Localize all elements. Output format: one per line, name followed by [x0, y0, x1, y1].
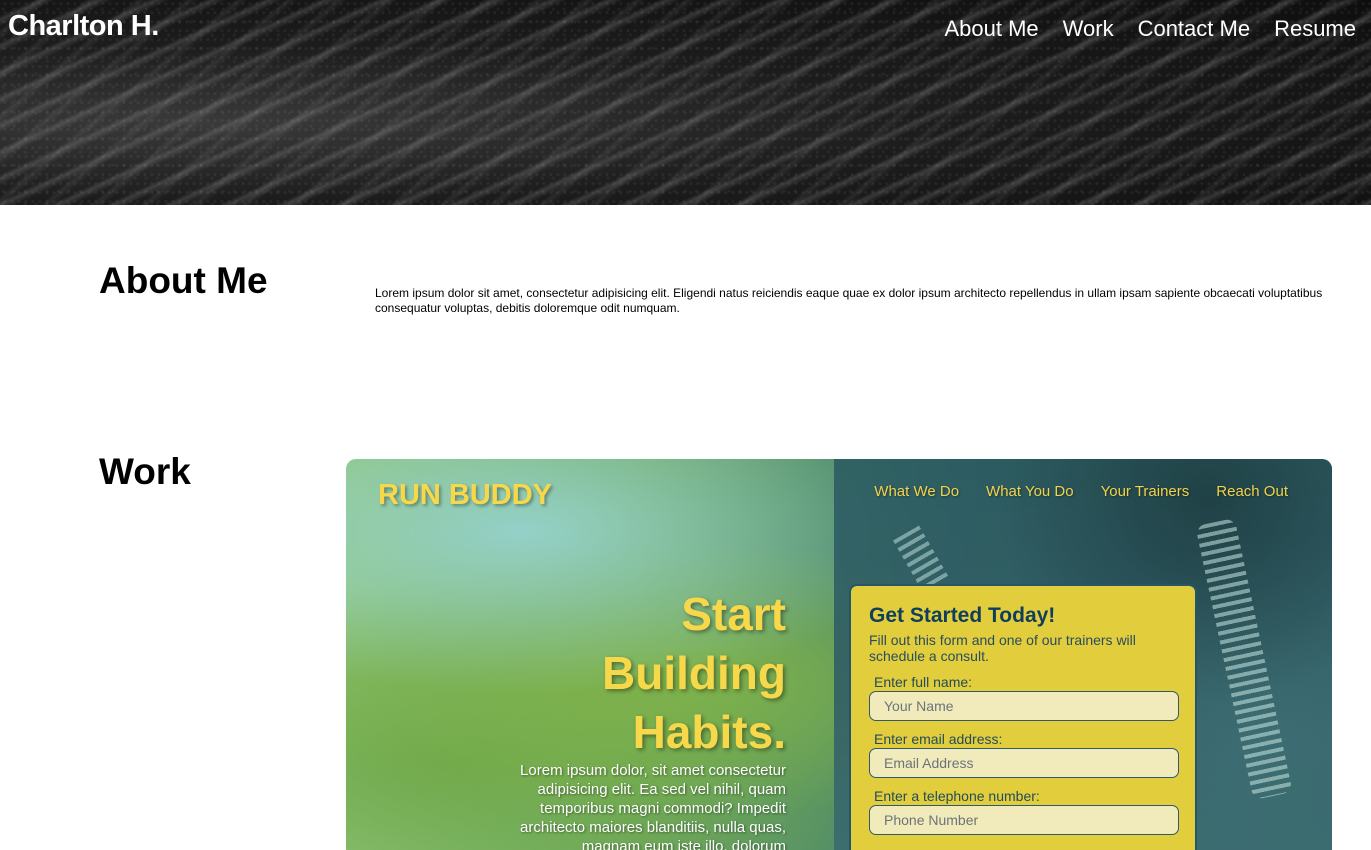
- field-label: Enter full name:: [874, 674, 973, 690]
- nav-link-contact-me[interactable]: Contact Me: [1138, 16, 1251, 42]
- nav-link-work[interactable]: Work: [1063, 16, 1114, 42]
- hero-line: Building: [602, 647, 786, 699]
- project-nav-what-you-do: What You Do: [986, 483, 1074, 500]
- project-logo: RUN BUDDY: [378, 479, 552, 511]
- form-title: Get Started Today!: [869, 604, 1056, 627]
- project-nav-what-we-do: What We Do: [874, 483, 960, 500]
- field-label: Enter a telephone number:: [874, 788, 1040, 804]
- project-nav-reach-out: Reach Out: [1216, 483, 1288, 500]
- main-nav: About Me Work Contact Me Resume: [944, 16, 1356, 42]
- email-input[interactable]: [869, 748, 1179, 778]
- phone-input[interactable]: [869, 805, 1179, 835]
- project-signup-form: Get Started Today! Fill out this form an…: [849, 584, 1197, 850]
- hero-header: Charlton H. About Me Work Contact Me Res…: [0, 0, 1371, 205]
- about-heading: About Me: [99, 260, 268, 301]
- field-label: Enter email address:: [874, 731, 1003, 747]
- site-brand[interactable]: Charlton H.: [8, 10, 159, 43]
- nav-link-about-me[interactable]: About Me: [944, 16, 1038, 42]
- project-nav: What We Do What You Do Your Trainers Rea…: [874, 483, 1288, 500]
- work-heading: Work: [99, 451, 191, 492]
- nav-link-resume[interactable]: Resume: [1274, 16, 1356, 42]
- form-field-name: Enter full name:: [869, 674, 1179, 721]
- work-project-card[interactable]: RUN BUDDY What We Do What You Do Your Tr…: [346, 459, 1332, 850]
- form-field-email: Enter email address:: [869, 731, 1179, 778]
- about-text: Lorem ipsum dolor sit amet, consectetur …: [375, 286, 1323, 315]
- project-hero-text: Lorem ipsum dolor, sit amet consectetur …: [520, 762, 786, 850]
- hero-line: Start: [681, 588, 786, 640]
- project-hero-heading: Start Building Habits.: [556, 585, 786, 762]
- form-subtitle: Fill out this form and one of our traine…: [869, 632, 1136, 664]
- form-field-phone: Enter a telephone number:: [869, 788, 1179, 835]
- hero-line: Habits.: [632, 706, 786, 758]
- name-input[interactable]: [869, 691, 1179, 721]
- project-nav-your-trainers: Your Trainers: [1100, 483, 1190, 500]
